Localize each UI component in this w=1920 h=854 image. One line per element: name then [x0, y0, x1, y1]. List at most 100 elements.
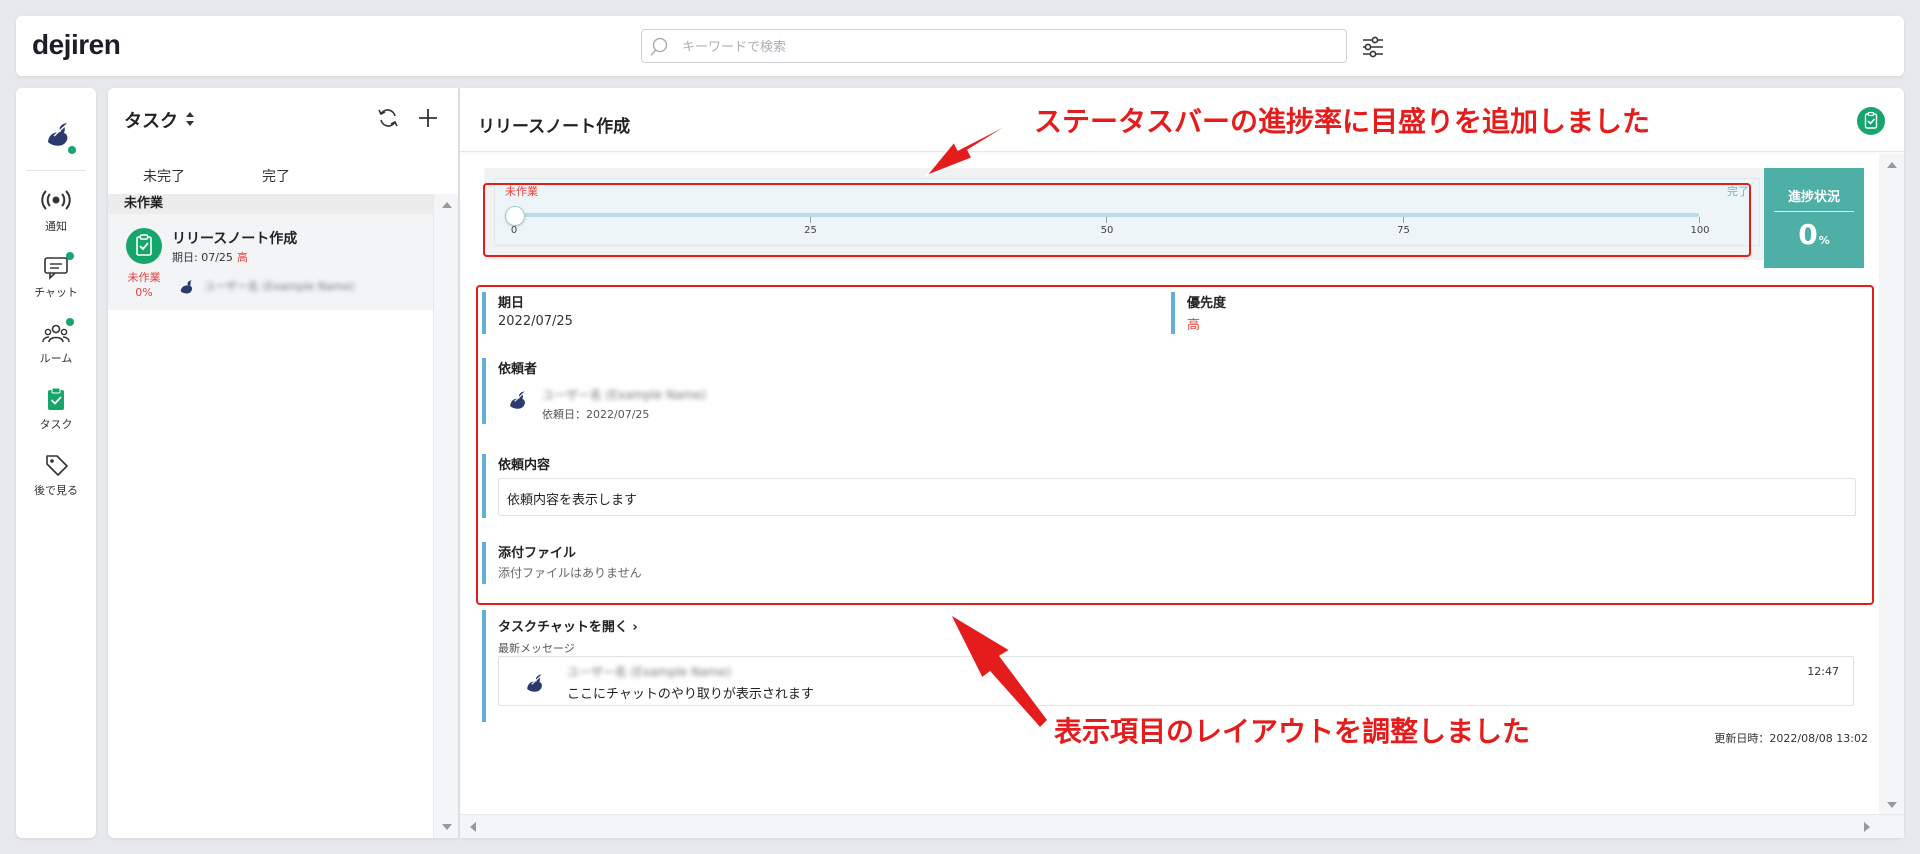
top-header: dejiren — [16, 16, 1904, 76]
attachment-label: 添付ファイル — [498, 546, 577, 561]
due-date-label: 期日 — [498, 296, 525, 311]
task-list-panel: タスク 未完了 完了 未作業 未作業 0% リリースノート作成 期日: 07/2… — [108, 88, 458, 838]
slider-tick — [1699, 217, 1700, 223]
priority-value: 高 — [1187, 318, 1201, 333]
filter-settings-icon[interactable] — [1360, 34, 1386, 60]
progress-label: 進捗状況 — [1774, 186, 1854, 212]
task-due: 期日: 07/25 高 — [172, 249, 248, 265]
progress-status-box: 進捗状況 0% — [1764, 168, 1864, 268]
open-task-chat-link[interactable]: タスクチャットを開く › — [498, 616, 638, 635]
sender-name: ユーザー名 (Example Name) — [567, 665, 732, 679]
search-box[interactable] — [641, 29, 1347, 63]
assignee-avatar-icon — [180, 280, 193, 294]
task-status-label: 未作業 — [127, 271, 161, 284]
progress-number: 0 — [1798, 218, 1818, 251]
slider-tick-label: 75 — [1397, 225, 1410, 236]
scroll-up-arrow-icon[interactable] — [442, 202, 452, 208]
slider-handle[interactable] — [505, 206, 525, 226]
sender-avatar-icon — [527, 674, 542, 692]
nav-item-notifications[interactable]: 通知 — [16, 188, 96, 246]
nav-label: ルーム — [39, 352, 73, 365]
detail-vertical-scrollbar[interactable] — [1879, 154, 1904, 814]
nav-divider — [26, 170, 86, 171]
attachment-value: 添付ファイルはありません — [498, 566, 642, 580]
rooms-notification-badge — [66, 318, 74, 326]
progress-value: 0% — [1798, 218, 1830, 251]
attachment-field: 添付ファイル 添付ファイルはありません — [482, 542, 1862, 584]
tab-incomplete[interactable]: 未完了 — [108, 158, 220, 196]
nav-item-later[interactable]: 後で見る — [16, 452, 96, 510]
slider-tick — [1402, 217, 1404, 223]
latest-message-label: 最新メッセージ — [498, 642, 575, 655]
task-progress-label: 0% — [135, 286, 153, 299]
request-content-label: 依頼内容 — [498, 458, 551, 473]
broadcast-icon — [41, 190, 71, 210]
updated-timestamp: 更新日時：2022/08/08 13:02 — [1714, 732, 1868, 745]
user-avatar[interactable] — [40, 116, 78, 156]
task-list-item[interactable]: 未作業 0% リリースノート作成 期日: 07/25 高 ユーザー名 (Examp… — [108, 214, 433, 310]
status-start-label: 未作業 — [505, 185, 538, 198]
task-clipboard-icon — [48, 387, 64, 410]
nav-item-chat[interactable]: チャット — [16, 252, 96, 312]
requester-field: 依頼者 ユーザー名 (Example Name) 依頼日：2022/07/25 — [482, 358, 1862, 424]
add-task-icon[interactable] — [416, 106, 440, 130]
task-status: 未作業 0% — [112, 270, 176, 300]
task-clipboard-icon — [126, 228, 162, 264]
slider-tick-label: 100 — [1690, 225, 1710, 236]
requester-name: ユーザー名 (Example Name) — [542, 388, 707, 402]
scroll-down-arrow-icon[interactable] — [1887, 802, 1897, 808]
nav-item-rooms[interactable]: ルーム — [16, 318, 96, 378]
status-bar-container: 未作業 完了 0 25 50 75 100 — [484, 168, 1774, 260]
request-content-field: 依頼内容 依頼内容を表示します — [482, 454, 1862, 518]
task-title: リリースノート作成 — [172, 231, 298, 247]
chevron-right-icon: › — [632, 620, 638, 635]
latest-message-card[interactable]: ユーザー名 (Example Name) ここにチャットのやり取りが表示されます… — [498, 656, 1854, 706]
nav-label: 後で見る — [34, 484, 78, 497]
requester-label: 依頼者 — [498, 362, 538, 377]
nav-label: チャット — [34, 286, 78, 299]
slider-tick — [809, 217, 811, 223]
online-status-dot — [66, 144, 78, 156]
priority-field: 優先度 高 — [1171, 292, 1831, 334]
task-chat-section: タスクチャットを開く › 最新メッセージ ユーザー名 (Example Name… — [482, 610, 1872, 722]
slider-tick-label: 25 — [804, 225, 817, 236]
task-due-date: 期日: 07/25 — [172, 251, 233, 264]
nav-item-tasks[interactable]: タスク — [16, 386, 96, 444]
priority-label: 優先度 — [1187, 296, 1227, 311]
task-panel-title[interactable]: タスク — [124, 107, 178, 133]
scroll-up-arrow-icon[interactable] — [1887, 162, 1897, 168]
open-task-chat-label: タスクチャットを開く — [498, 620, 628, 635]
requester-avatar-icon — [510, 391, 525, 409]
search-input[interactable] — [682, 36, 1332, 58]
search-icon — [650, 37, 668, 56]
complete-task-icon[interactable] — [1857, 107, 1885, 135]
message-time: 12:47 — [1807, 665, 1839, 678]
tab-complete[interactable]: 完了 — [220, 158, 332, 196]
annotation-text-status-bar: ステータスバーの進捗率に目盛りを追加しました — [1034, 105, 1651, 138]
task-list-scrollbar[interactable] — [433, 194, 458, 838]
app-logo[interactable]: dejiren — [32, 29, 121, 61]
slider-tick-label: 0 — [510, 225, 518, 236]
status-end-label: 完了 — [1727, 185, 1749, 198]
task-priority: 高 — [236, 251, 248, 264]
assignee-name: ユーザー名 (Example Name) — [204, 280, 355, 293]
task-tabs: 未完了 完了 — [108, 158, 458, 196]
message-text: ここにチャットのやり取りが表示されます — [567, 687, 814, 702]
annotation-text-layout: 表示項目のレイアウトを調整しました — [1054, 715, 1531, 748]
sort-toggle-icon[interactable] — [184, 110, 196, 128]
request-content-box: 依頼内容を表示します — [498, 478, 1856, 516]
section-header-not-started: 未作業 — [108, 194, 433, 214]
tag-icon — [46, 455, 68, 476]
due-date-value: 2022/07/25 — [498, 314, 573, 329]
scroll-down-arrow-icon[interactable] — [442, 824, 452, 830]
detail-title: リリースノート作成 — [478, 117, 631, 137]
scroll-right-arrow-icon[interactable] — [1864, 822, 1870, 832]
chat-notification-badge — [66, 252, 74, 260]
request-date: 依頼日：2022/07/25 — [542, 408, 650, 421]
detail-horizontal-scrollbar[interactable] — [460, 814, 1904, 838]
status-progress-slider[interactable]: 未作業 完了 0 25 50 75 100 — [494, 178, 1760, 246]
refresh-icon[interactable] — [376, 106, 400, 130]
nav-label: 通知 — [45, 220, 67, 233]
progress-unit: % — [1818, 234, 1830, 247]
scroll-left-arrow-icon[interactable] — [470, 822, 476, 832]
